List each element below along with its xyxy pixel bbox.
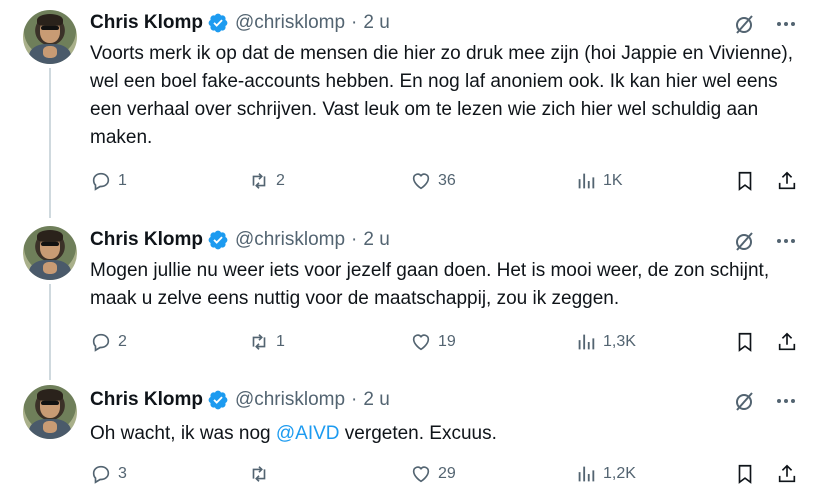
author-name[interactable]: Chris Klomp: [90, 389, 203, 411]
like-button[interactable]: 29: [410, 461, 456, 487]
like-button[interactable]: 36: [410, 168, 456, 194]
header-actions: [732, 389, 798, 413]
more-icon[interactable]: [774, 229, 798, 253]
separator: ·: [351, 229, 358, 250]
author-name[interactable]: Chris Klomp: [90, 12, 203, 34]
views-button[interactable]: 1K: [575, 168, 623, 194]
avatar[interactable]: [23, 385, 77, 439]
repost-icon: [252, 173, 266, 189]
reply-button[interactable]: 2: [90, 329, 127, 355]
mention-link[interactable]: @AIVD: [276, 423, 340, 444]
bookmark-icon: [738, 464, 752, 484]
timestamp[interactable]: 2 u: [363, 389, 389, 411]
repost-button[interactable]: 1: [248, 329, 285, 355]
like-count: 19: [438, 333, 456, 350]
more-icon[interactable]: [774, 12, 798, 36]
view-count: 1,2K: [603, 465, 636, 482]
bookmark-icon: [738, 332, 752, 352]
share-icon: [778, 171, 796, 190]
like-icon: [412, 173, 430, 190]
tweet-text: Oh wacht, ik was nog @AIVD vergeten. Exc…: [90, 420, 802, 448]
avatar[interactable]: [23, 226, 77, 280]
views-icon: [578, 173, 595, 189]
tweet[interactable]: Chris Klomp @chrisklomp · 2 u Voorts mer…: [0, 0, 826, 215]
views-button[interactable]: 1,3K: [575, 329, 636, 355]
tweet[interactable]: Chris Klomp @chrisklomp · 2 u Mogen jull…: [0, 215, 826, 375]
views-icon: [578, 466, 595, 482]
repost-icon: [252, 334, 266, 350]
reply-icon: [92, 465, 110, 484]
repost-icon: [252, 466, 266, 482]
bookmark-button[interactable]: [734, 329, 762, 355]
avatar[interactable]: [23, 10, 77, 64]
bookmark-icon: [738, 171, 752, 191]
view-count: 1,3K: [603, 333, 636, 350]
grok-icon[interactable]: [732, 389, 756, 413]
header-actions: [732, 229, 798, 253]
repost-count: 1: [276, 333, 285, 350]
tweet-header: Chris Klomp @chrisklomp · 2 u: [90, 11, 390, 35]
share-button[interactable]: [776, 168, 804, 194]
tweet-text: Mogen jullie nu weer iets voor jezelf ga…: [90, 260, 770, 309]
tweet-actions: 3 29 1,2K: [90, 461, 806, 487]
timestamp[interactable]: 2 u: [363, 12, 389, 34]
verified-badge-icon: [208, 390, 228, 410]
more-icon[interactable]: [774, 389, 798, 413]
tweet-text: Voorts merk ik op dat de mensen die hier…: [90, 43, 794, 148]
repost-button[interactable]: [248, 461, 276, 487]
like-icon: [412, 466, 430, 483]
tweet-actions: 2 1 19 1,3K: [90, 329, 806, 355]
grok-icon[interactable]: [732, 229, 756, 253]
tweet-actions: 1 2 36 1K: [90, 168, 806, 194]
timestamp[interactable]: 2 u: [363, 229, 389, 251]
author-handle[interactable]: @chrisklomp: [235, 229, 345, 251]
bookmark-button[interactable]: [734, 461, 762, 487]
like-icon: [412, 334, 430, 351]
reply-button[interactable]: 1: [90, 168, 127, 194]
separator: ·: [351, 389, 358, 410]
tweet-header: Chris Klomp @chrisklomp · 2 u: [90, 388, 390, 412]
repost-count: 2: [276, 172, 285, 189]
share-icon: [778, 464, 796, 483]
reply-count: 1: [118, 172, 127, 189]
verified-badge-icon: [208, 13, 228, 33]
like-count: 29: [438, 465, 456, 482]
author-handle[interactable]: @chrisklomp: [235, 12, 345, 34]
views-button[interactable]: 1,2K: [575, 461, 636, 487]
author-handle[interactable]: @chrisklomp: [235, 389, 345, 411]
grok-icon[interactable]: [732, 12, 756, 36]
like-button[interactable]: 19: [410, 329, 456, 355]
share-button[interactable]: [776, 329, 804, 355]
views-icon: [578, 334, 595, 350]
author-name[interactable]: Chris Klomp: [90, 229, 203, 251]
tweet[interactable]: Chris Klomp @chrisklomp · 2 u Oh wacht, …: [0, 375, 826, 501]
tweet-text-before: Oh wacht, ik was nog: [90, 423, 276, 444]
reply-count: 2: [118, 333, 127, 350]
tweet-text-after: vergeten. Excuus.: [339, 423, 497, 444]
reply-count: 3: [118, 465, 127, 482]
verified-badge-icon: [208, 230, 228, 250]
header-actions: [732, 12, 798, 36]
reply-button[interactable]: 3: [90, 461, 127, 487]
bookmark-button[interactable]: [734, 168, 762, 194]
repost-button[interactable]: 2: [248, 168, 285, 194]
separator: ·: [351, 12, 358, 33]
share-icon: [778, 332, 796, 351]
tweet-header: Chris Klomp @chrisklomp · 2 u: [90, 228, 390, 252]
like-count: 36: [438, 172, 456, 189]
view-count: 1K: [603, 172, 623, 189]
reply-icon: [92, 172, 110, 191]
reply-icon: [92, 333, 110, 352]
share-button[interactable]: [776, 461, 804, 487]
